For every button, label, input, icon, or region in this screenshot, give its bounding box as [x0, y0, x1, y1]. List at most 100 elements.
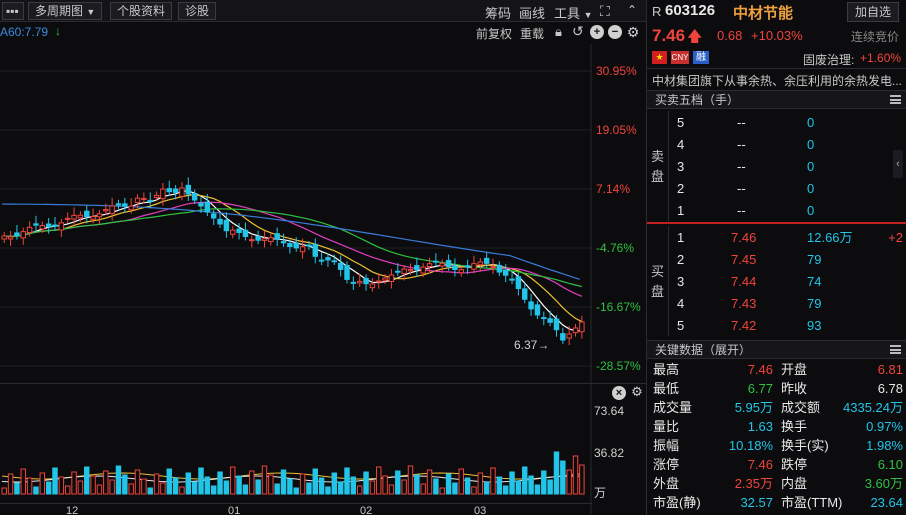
volume: 0 — [807, 159, 815, 174]
candle-body — [7, 236, 14, 240]
candle-body — [33, 223, 39, 226]
theme-label[interactable]: 固废治理: — [803, 51, 854, 68]
key-label: 跌停 — [781, 457, 808, 472]
key-data-row: 量比 1.63 换手 0.97% — [647, 417, 906, 436]
fullscreen-icon[interactable]: ⛶ — [600, 3, 610, 20]
company-description[interactable]: 中材集团旗下从事余热、余压利用的余热发电... — [647, 68, 906, 88]
overlay-button[interactable]: 重载 — [520, 25, 544, 42]
menu-dots-icon[interactable]: ▪▪▪ — [2, 2, 24, 20]
period-select-label: 多周期图 — [35, 4, 84, 18]
orderbook-buy-row[interactable]: 5 7.42 93 — [647, 315, 906, 337]
candle-body — [128, 205, 134, 211]
candle-body — [223, 219, 230, 232]
draw-line-button[interactable]: 画线 — [519, 3, 545, 22]
fq-button[interactable]: 前复权 — [476, 25, 512, 42]
orderbook-buy-row[interactable]: 1 7.46 12.66万 +2 — [647, 227, 906, 249]
candle-body — [502, 269, 509, 276]
add-watchlist-button[interactable]: 加自选 — [847, 2, 899, 22]
settings-gear-icon[interactable]: ⚙ — [630, 385, 644, 399]
volume-bar — [483, 481, 490, 495]
orderbook-sell-row[interactable]: 4 -- 0 — [647, 134, 906, 156]
zoom-in-icon[interactable]: + — [590, 25, 604, 39]
volume-bar — [84, 466, 90, 495]
candle-body — [14, 232, 20, 237]
lock-icon[interactable]: 🔒︎ — [555, 24, 562, 40]
volume-bar — [401, 479, 407, 495]
candle-body — [109, 205, 115, 214]
volume-bar — [185, 472, 192, 495]
candle-body — [115, 203, 122, 206]
candle-body — [566, 333, 572, 339]
volume-bar — [344, 467, 350, 495]
up-arrow-icon: 🡅 — [687, 28, 703, 45]
candle-body — [337, 262, 344, 270]
candle-body — [395, 270, 401, 273]
volume-bar — [242, 484, 249, 495]
description-text: 中材集团旗下从事余热、余压利用的余热发电... — [652, 74, 903, 88]
volume-bar — [356, 485, 363, 495]
candle-body — [388, 274, 395, 283]
keydata-header[interactable]: 关键数据（展开） — [647, 340, 906, 359]
volume-bar — [71, 471, 77, 495]
volume-bar — [230, 466, 236, 495]
orderbook-buy-row[interactable]: 4 7.43 79 — [647, 293, 906, 315]
axis-label: -16.67% — [596, 300, 641, 314]
collapse-icon[interactable]: ⌃ — [627, 3, 637, 17]
zoom-out-icon[interactable]: − — [608, 25, 622, 39]
volume-bar — [287, 478, 293, 495]
volume-bar — [90, 475, 96, 495]
period-select[interactable]: 多周期图 ▼ — [28, 2, 103, 20]
kline-chart[interactable] — [0, 44, 592, 514]
volume-bar — [566, 469, 572, 495]
key-data-row: 最低 6.77 昨收 6.78 — [647, 379, 906, 398]
orderbook-sell-row[interactable]: 2 -- 0 — [647, 178, 906, 200]
volume-bar — [179, 486, 185, 495]
volume-header: × ⚙ — [0, 383, 646, 401]
undo-icon[interactable]: ↺ — [572, 23, 584, 40]
volume-bar — [312, 468, 318, 495]
menu-icon[interactable] — [890, 95, 901, 104]
candle-body — [166, 188, 172, 193]
volume: 79 — [807, 252, 822, 267]
candle-body — [356, 280, 363, 284]
candle-body — [363, 277, 369, 285]
orderbook-sell-row[interactable]: 3 -- 0 — [647, 156, 906, 178]
volume-bar — [420, 483, 426, 495]
axis-label: -4.76% — [596, 241, 635, 255]
key-value: 6.81 — [877, 362, 903, 377]
volume-bar — [306, 482, 312, 495]
settings-gear-icon[interactable]: ⚙ — [626, 25, 640, 39]
tools-menu[interactable]: 工具 ▼ — [554, 3, 593, 22]
candle-body — [280, 241, 287, 244]
chips-button[interactable]: 筹码 — [485, 3, 511, 22]
orderbook-buy-row[interactable]: 3 7.44 74 — [647, 271, 906, 293]
volume-bar — [464, 477, 471, 495]
orderbook-sell-row[interactable]: 1 -- 0 — [647, 200, 906, 222]
close-icon[interactable]: × — [612, 386, 626, 400]
orderbook-sell-row[interactable]: 5 -- 0 — [647, 112, 906, 134]
menu-icon[interactable] — [890, 345, 901, 354]
key-label: 涨停 — [653, 457, 680, 472]
key-value: 4335.24万 — [843, 400, 903, 415]
key-value: 32.57 — [740, 495, 773, 510]
diagnose-button[interactable]: 诊股 — [178, 2, 217, 20]
candle-body — [172, 188, 179, 193]
volume-bar — [439, 487, 445, 495]
orderbook-buy-row[interactable]: 2 7.45 79 — [647, 249, 906, 271]
stock-info-button[interactable]: 个股资料 — [110, 2, 173, 20]
volume-bar — [166, 468, 172, 495]
volume-bar — [134, 469, 141, 495]
auction-status: 连续竞价 — [851, 30, 900, 44]
volume-bar — [64, 485, 71, 495]
key-label: 最高 — [653, 362, 680, 377]
volume-bar — [363, 471, 369, 495]
volume-bar — [1, 487, 7, 495]
volume-bar — [522, 466, 528, 495]
volume-bar — [223, 480, 230, 495]
level: 2 — [677, 252, 685, 267]
candle-body — [401, 268, 407, 275]
price: -- — [737, 137, 746, 152]
price: -- — [737, 203, 746, 218]
key-data-table: 最高 7.46 开盘 6.81 最低 6.77 昨收 6.78 成交量 5.95万 成交额 4335.… — [647, 360, 906, 515]
level: 4 — [677, 296, 685, 311]
